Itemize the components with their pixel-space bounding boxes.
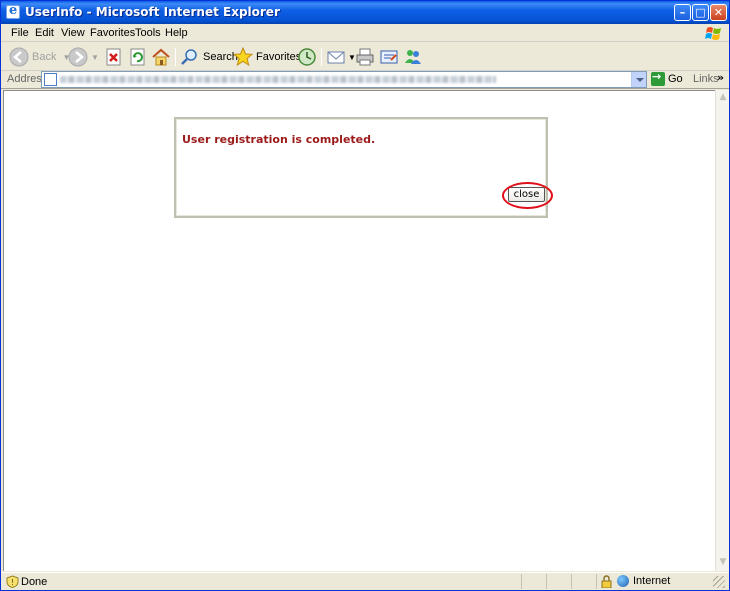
status-text: Done bbox=[21, 576, 48, 588]
menu-edit[interactable]: Edit bbox=[35, 27, 54, 39]
search-button[interactable]: Search bbox=[180, 46, 238, 68]
menu-tools[interactable]: Tools bbox=[135, 27, 161, 39]
page-icon bbox=[44, 73, 57, 86]
back-label: Back bbox=[32, 51, 57, 63]
minimize-button[interactable]: – bbox=[674, 4, 691, 21]
menu-view[interactable]: View bbox=[61, 27, 85, 39]
browser-window: UserInfo - Microsoft Internet Explorer –… bbox=[0, 0, 730, 591]
forward-dropdown-icon[interactable]: ▼ bbox=[91, 53, 99, 62]
back-arrow-icon bbox=[9, 47, 29, 67]
forward-button[interactable]: ▼ bbox=[68, 46, 99, 68]
window-title: UserInfo - Microsoft Internet Explorer bbox=[25, 5, 280, 19]
home-icon bbox=[151, 47, 171, 67]
links-chevron-icon[interactable]: » bbox=[717, 71, 724, 84]
address-url-blurred bbox=[60, 76, 496, 83]
history-icon bbox=[297, 47, 317, 67]
mail-button[interactable]: ▼ bbox=[326, 46, 356, 68]
star-icon bbox=[232, 46, 254, 67]
lock-icon bbox=[601, 575, 612, 588]
links-button[interactable]: Links bbox=[693, 73, 719, 85]
print-button[interactable] bbox=[355, 46, 375, 68]
search-icon bbox=[180, 47, 200, 67]
status-divider bbox=[571, 574, 572, 589]
favorites-label: Favorites bbox=[256, 51, 302, 63]
toolbar-separator bbox=[175, 48, 176, 66]
title-bar: UserInfo - Microsoft Internet Explorer –… bbox=[1, 1, 729, 24]
status-divider bbox=[546, 574, 547, 589]
menu-favorites[interactable]: Favorites bbox=[90, 27, 135, 39]
security-zone: Internet bbox=[617, 575, 670, 587]
toolbar-separator bbox=[321, 48, 322, 66]
vertical-scrollbar[interactable]: ▲ ▼ bbox=[715, 90, 729, 571]
stop-button[interactable] bbox=[104, 46, 124, 68]
windows-logo-icon bbox=[705, 27, 721, 40]
address-dropdown-icon[interactable] bbox=[631, 72, 646, 87]
mail-icon bbox=[326, 47, 346, 67]
standard-toolbar: Back ▼ ▼ Search Favorites ▼ bbox=[1, 43, 729, 71]
refresh-icon bbox=[128, 47, 148, 67]
maximize-button[interactable]: □ bbox=[692, 4, 709, 21]
back-button[interactable]: Back ▼ bbox=[9, 46, 70, 68]
address-input[interactable] bbox=[41, 71, 647, 88]
go-arrow-icon bbox=[651, 70, 665, 86]
svg-text:!: ! bbox=[11, 578, 14, 587]
history-button[interactable] bbox=[297, 46, 317, 68]
scroll-down-icon[interactable]: ▼ bbox=[717, 556, 729, 568]
close-window-button[interactable]: ✕ bbox=[710, 4, 727, 21]
address-bar: Address Go Links » bbox=[1, 70, 729, 89]
page-status-icon: ! bbox=[6, 575, 19, 588]
menu-help[interactable]: Help bbox=[165, 27, 188, 39]
ie-icon bbox=[6, 3, 20, 19]
status-bar: ! Done Internet bbox=[1, 572, 729, 590]
edit-page-icon bbox=[379, 47, 399, 67]
printer-icon bbox=[355, 47, 375, 67]
messenger-icon bbox=[403, 47, 423, 67]
status-divider bbox=[521, 574, 522, 589]
resize-grip-icon[interactable] bbox=[713, 576, 725, 588]
close-icon: ✕ bbox=[713, 6, 724, 19]
menu-file[interactable]: File bbox=[11, 27, 29, 39]
messenger-button[interactable] bbox=[403, 46, 423, 68]
scroll-up-icon[interactable]: ▲ bbox=[717, 91, 729, 103]
maximize-icon: □ bbox=[695, 6, 706, 19]
forward-arrow-icon bbox=[68, 47, 88, 67]
home-button[interactable] bbox=[151, 46, 171, 68]
go-label: Go bbox=[668, 73, 683, 85]
zone-label: Internet bbox=[633, 575, 671, 587]
registration-message-box: User registration is completed. close bbox=[174, 117, 553, 218]
menu-bar: File Edit View Favorites Tools Help bbox=[1, 24, 729, 42]
page-content: User registration is completed. close bbox=[3, 90, 715, 571]
registration-complete-message: User registration is completed. bbox=[182, 133, 376, 146]
globe-icon bbox=[617, 575, 629, 587]
close-button-highlight-ring bbox=[502, 182, 553, 209]
minimize-icon: – bbox=[679, 6, 686, 19]
go-button[interactable]: Go bbox=[651, 70, 683, 86]
favorites-button[interactable]: Favorites bbox=[232, 46, 302, 68]
stop-icon bbox=[104, 47, 124, 67]
refresh-button[interactable] bbox=[128, 46, 148, 68]
status-divider bbox=[596, 574, 597, 589]
edit-button[interactable] bbox=[379, 46, 399, 68]
